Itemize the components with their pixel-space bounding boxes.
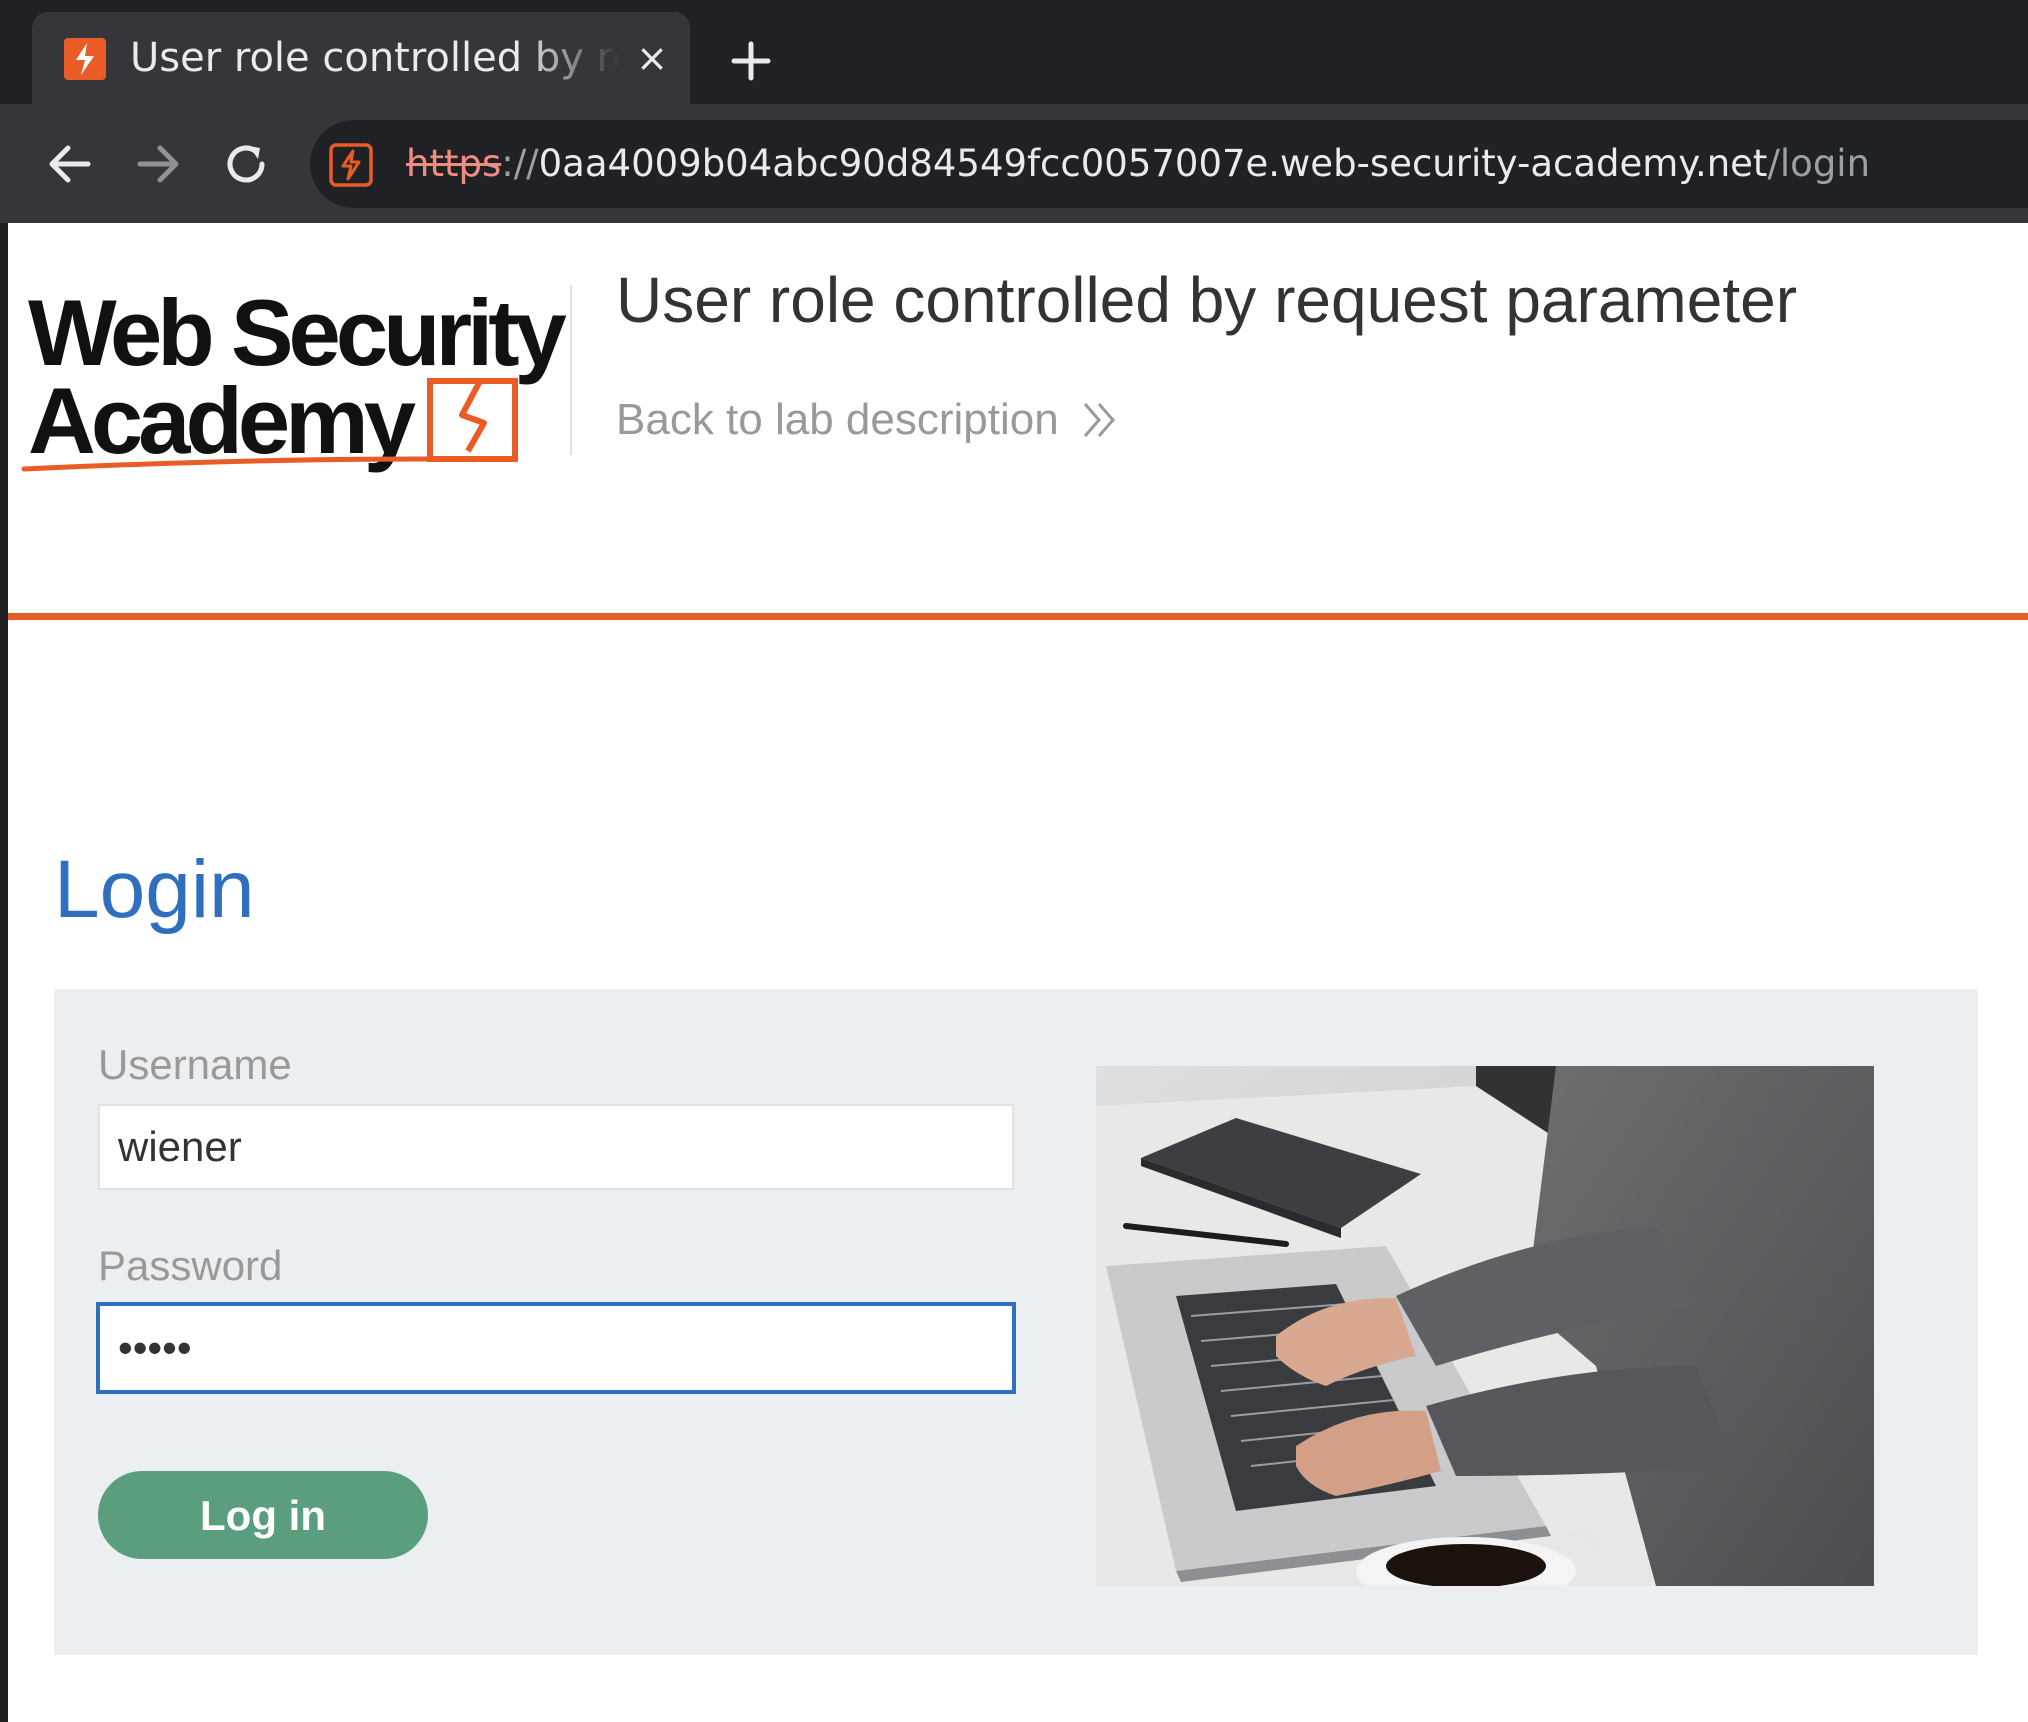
laptop-typing-photo bbox=[1096, 1066, 1874, 1586]
plus-icon[interactable] bbox=[726, 36, 776, 86]
back-link-label: Back to lab description bbox=[616, 395, 1059, 444]
header-accent-rule bbox=[8, 613, 2028, 620]
back-arrow-icon[interactable] bbox=[42, 136, 98, 192]
url-path: /login bbox=[1767, 142, 1871, 185]
username-input[interactable] bbox=[98, 1104, 1014, 1190]
login-form: Username Password Log in bbox=[54, 989, 1978, 1655]
portswigger-favicon bbox=[64, 38, 106, 80]
username-label: Username bbox=[98, 1041, 292, 1088]
reload-icon[interactable] bbox=[218, 136, 274, 192]
close-icon[interactable]: × bbox=[630, 36, 674, 80]
forward-arrow-icon[interactable] bbox=[130, 136, 186, 192]
browser-chrome: User role controlled by request paramete… bbox=[0, 0, 2028, 223]
url-text[interactable]: https://0aa4009b04abc90d84549fcc0057007e… bbox=[406, 120, 1870, 208]
back-to-lab-description-link[interactable]: Back to lab description bbox=[616, 395, 1119, 445]
address-bar[interactable]: https://0aa4009b04abc90d84549fcc0057007e… bbox=[310, 120, 2028, 208]
url-separator: :// bbox=[501, 142, 539, 185]
browser-toolbar: https://0aa4009b04abc90d84549fcc0057007e… bbox=[0, 104, 2028, 223]
page-title: Login bbox=[54, 844, 255, 935]
url-scheme: https bbox=[406, 142, 502, 185]
double-chevron-right-icon bbox=[1083, 403, 1115, 437]
web-page: Web Security Academy User role controlle… bbox=[8, 223, 2028, 1722]
site-info-icon[interactable] bbox=[328, 142, 374, 188]
web-security-academy-logo[interactable]: Web Security Academy bbox=[18, 283, 578, 483]
lab-title: User role controlled by request paramete… bbox=[616, 264, 1797, 336]
header-divider bbox=[570, 285, 572, 455]
tab-strip: User role controlled by request paramete… bbox=[0, 0, 2028, 104]
login-button[interactable]: Log in bbox=[98, 1471, 428, 1559]
password-label: Password bbox=[98, 1242, 283, 1289]
window-edge bbox=[0, 223, 8, 1722]
tab-title: User role controlled by request paramete… bbox=[130, 35, 630, 81]
url-host: 0aa4009b04abc90d84549fcc0057007e.web-sec… bbox=[538, 142, 1768, 185]
browser-tab-active[interactable]: User role controlled by request paramete… bbox=[32, 12, 690, 104]
password-input[interactable] bbox=[96, 1302, 1016, 1394]
